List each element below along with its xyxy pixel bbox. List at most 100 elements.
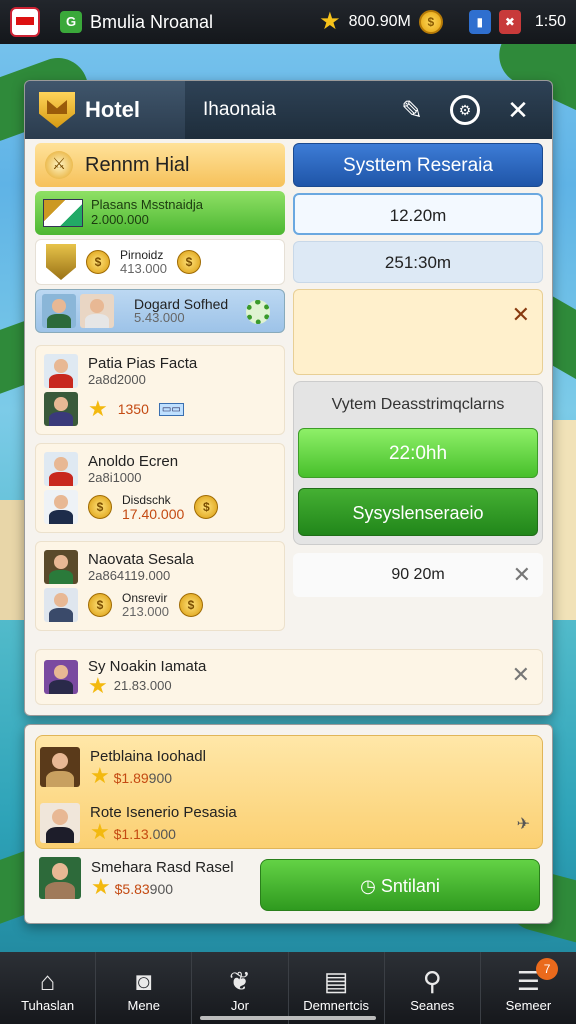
nav-label: Seanes	[410, 997, 455, 1013]
bonus-price-tail: 900	[148, 769, 173, 786]
time-button[interactable]: 22:0hh	[298, 428, 538, 478]
status-bar: G Bmulia Nroanal ★ 800.90M $ ▮ ✖ 1:50	[0, 0, 576, 44]
game-icon: G	[60, 11, 82, 33]
currency-value: 800.90M	[348, 13, 411, 30]
app-logo-icon[interactable]	[10, 7, 40, 37]
search-icon: ⚲	[422, 965, 442, 996]
staff-card[interactable]: Dogard Sofhed 5.43.000	[35, 289, 285, 333]
badge-card[interactable]: $ Pirnoidz 413.000 $	[35, 239, 285, 285]
system-panel-title: Vytem Deasstrimqclarns	[331, 396, 505, 413]
avatar	[40, 803, 80, 843]
coin-icon: $	[177, 250, 201, 274]
window-header: Hotel Ihaonaia ✎ ⚙ ✕	[25, 81, 552, 139]
battery-icon: ▮	[468, 10, 491, 34]
person-price: 1350	[117, 401, 149, 417]
badge-icon	[46, 244, 76, 280]
list-item[interactable]: Patia Pias Facta 2a8d2000 ★ 1350 ▭▭	[35, 345, 285, 435]
clock-icon: ◷	[360, 876, 376, 896]
system-service-button[interactable]: Sysyslenseraeio	[298, 488, 538, 536]
bonus-price: $1.13.	[113, 825, 153, 842]
star-icon: ★	[91, 873, 111, 899]
nav-list[interactable]: ☰ Semeer 7	[481, 952, 576, 1024]
left-column: ⚔ Rennm Hial Plasans Msstnaidja 2.000.00…	[35, 143, 285, 639]
coin-bag-icon: $	[88, 593, 112, 617]
system-reserve-button[interactable]: Systtem Reseraia	[293, 143, 543, 187]
bonus-price: $5.83	[114, 880, 150, 897]
person-price: 17.40.000	[122, 506, 185, 522]
home-icon: ⌂	[39, 965, 56, 996]
bonus-item[interactable]: Rote Isenerio Pesasia ★ $1.13.000	[36, 798, 542, 848]
nav-home[interactable]: ⌂ Tuhaslan	[0, 952, 97, 1024]
nav-label: Tuhaslan	[21, 997, 75, 1013]
star-icon: ★	[88, 672, 108, 698]
list-item[interactable]: Anoldo Ecren 2a8i1000 $ Disdschk 17.40.0…	[35, 443, 285, 533]
wings-icon: ❦	[229, 965, 251, 996]
settings-button[interactable]: ⚙	[450, 95, 480, 125]
person-name: Naovata Sesala	[88, 551, 194, 568]
bottom-nav: ⌂ Tuhaslan ◙ Mene ❦ Jor ▤ Demnertcis ⚲ S…	[0, 952, 576, 1024]
coin-icon: $	[179, 593, 203, 617]
flag-icon	[43, 199, 83, 227]
list-item[interactable]: Naovata Sesala 2a864119.000 $ Onsrevir 2…	[35, 541, 285, 631]
close-icon[interactable]: ✕	[512, 302, 530, 328]
nav-camera[interactable]: ◙ Mene	[96, 952, 193, 1024]
nav-label: Mene	[127, 997, 161, 1013]
right-column: Systtem Reseraia 12.20m 251:30m ✕ Vytem …	[293, 143, 543, 597]
hotel-header-card[interactable]: ⚔ Rennm Hial	[35, 143, 285, 187]
pin-icon[interactable]: ✈	[517, 814, 530, 834]
person-value: 21.83.000	[113, 678, 172, 693]
notification-badge: 7	[536, 958, 559, 980]
bonus-item[interactable]: Petblaina Ioohadl ★ $1.89900	[36, 742, 542, 792]
person-name: Anoldo Ecren	[88, 453, 179, 470]
signal-icon: ✖	[498, 10, 521, 34]
stack-icon: ▤	[323, 965, 349, 996]
time-value: 90 20m	[391, 566, 445, 583]
window-title: Hotel	[85, 97, 140, 122]
nav-wings[interactable]: ❦ Jor	[192, 952, 289, 1024]
avatar	[44, 354, 78, 388]
empty-slot-panel: ✕	[293, 289, 543, 375]
edit-button[interactable]: ✎	[396, 94, 428, 126]
green-info-card[interactable]: Plasans Msstnaidja 2.000.000	[35, 191, 285, 235]
staff-card-value: 5.43.000	[134, 310, 185, 325]
person-value: 2a864119.000	[88, 568, 171, 583]
badge-card-value: 413.000	[120, 261, 167, 276]
bonus-name: Smehara Rasd Rasel	[91, 858, 234, 876]
close-icon[interactable]: ✕	[513, 553, 531, 597]
time-field[interactable]: 12.20m	[293, 193, 543, 235]
coin-icon[interactable]: $	[418, 10, 443, 34]
nav-stack[interactable]: ▤ Demnertcis	[289, 952, 385, 1024]
system-panel: Vytem Deasstrimqclarns 22:0hh Sysyslense…	[293, 381, 543, 545]
tab-hotel[interactable]: Hotel	[25, 81, 185, 139]
person-value: 2a8i1000	[88, 470, 142, 485]
nav-label: Demnertcis	[303, 997, 369, 1013]
window-subtitle: Ihaonaia	[203, 99, 276, 120]
time-row: 90 20m ✕	[293, 553, 543, 597]
person-name: Patia Pias Facta	[88, 355, 198, 372]
list-item[interactable]: Sy Noakin Iamata ★ 21.83.000 ✕	[35, 649, 543, 705]
bonus-item[interactable]: Smehara Rasd Rasel ★ $5.83900	[39, 857, 234, 899]
close-button[interactable]: ✕	[502, 94, 534, 126]
star-icon: ★	[88, 396, 108, 421]
green-card-line1: Plasans Msstnaidja	[91, 197, 203, 212]
start-button[interactable]: ◷ Sntilani	[260, 859, 540, 911]
hotel-window: Hotel Ihaonaia ✎ ⚙ ✕ ⚔ Rennm Hial Plasan…	[24, 80, 553, 716]
coin-bag-icon: $	[88, 495, 112, 519]
bonus-price-tail: 000	[152, 825, 176, 842]
app-title: Bmulia Nroanal	[90, 11, 214, 32]
pencil-icon: ✎	[401, 94, 423, 125]
home-indicator[interactable]	[200, 1016, 376, 1020]
star-icon: ★	[319, 8, 341, 35]
person-value: 2a8d2000	[88, 372, 146, 387]
bonus-panel: Petblaina Ioohadl ★ $1.89900 Rote Isener…	[35, 735, 543, 849]
nav-label: Jor	[230, 997, 249, 1013]
nav-search[interactable]: ⚲ Seanes	[385, 952, 481, 1024]
gear-icon[interactable]	[246, 300, 270, 324]
avatar	[44, 550, 78, 584]
close-icon: ✕	[507, 94, 529, 125]
badge-card-label: Pirnoidz	[120, 248, 164, 262]
bonus-price-tail: 900	[149, 880, 174, 897]
close-icon[interactable]: ✕	[512, 662, 530, 688]
gear-icon: ⚙	[458, 101, 472, 118]
avatar	[42, 294, 76, 328]
